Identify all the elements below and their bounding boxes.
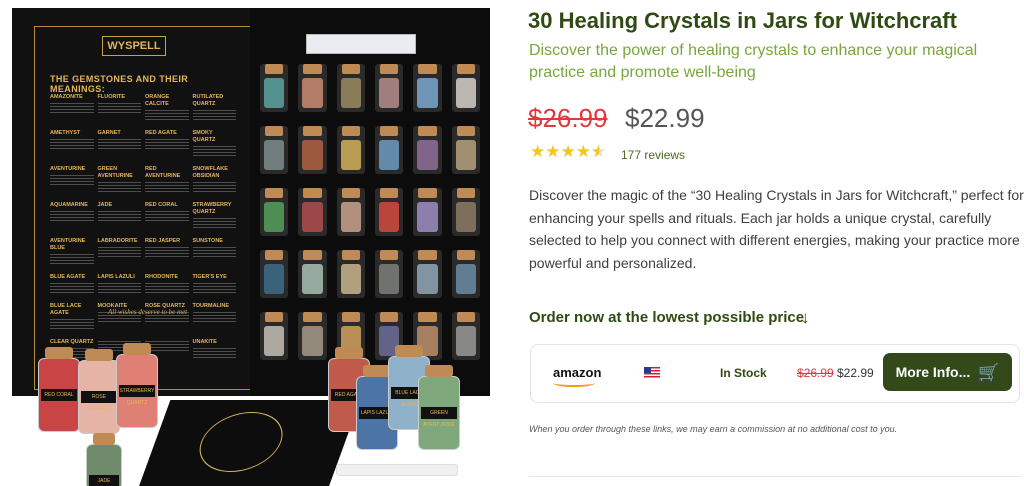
crystal-jar: RED CORAL [38, 347, 80, 432]
star-icon: ★ [530, 142, 546, 161]
crystal-jar [375, 188, 404, 236]
jar-grid [260, 64, 480, 360]
gem-item: FLUORITE [97, 94, 141, 122]
gem-item: AQUAMARINE [50, 202, 94, 230]
product-description: Discover the magic of the “30 Healing Cr… [529, 187, 1024, 271]
motto-text: All wishes deserve to be met [108, 308, 188, 316]
crystal-jar [375, 250, 404, 298]
rating-stars: ★★★★★ [530, 142, 606, 162]
crystal-jar [260, 188, 289, 236]
stock-status: In Stock [720, 366, 767, 380]
crystal-jar: GREEN AVENTURINE [418, 365, 460, 450]
arrow-down-icon: ↓ [801, 308, 810, 327]
crystal-jar [298, 188, 327, 236]
crystal-jar [260, 64, 289, 112]
crystal-jar: ROSE QUARTZ [78, 349, 120, 434]
gem-item: BLUE AGATE [50, 274, 94, 295]
cart-icon: 🛒 [978, 362, 1000, 382]
gemstone-list: AMAZONITE FLUORITE ORANGE CALCITE RUTILA… [50, 94, 236, 360]
product-title: 30 Healing Crystals in Jars for Witchcra… [528, 8, 957, 33]
crystal-jar [413, 188, 442, 236]
front-jars: RED CORAL ROSE QUARTZ STRAWBERRY QUARTZ … [28, 340, 498, 486]
crystal-jar [298, 250, 327, 298]
original-price: $26.99 [528, 103, 608, 133]
gem-item: TOURMALINE [192, 303, 236, 331]
review-count-link[interactable]: 177 reviews [621, 148, 685, 162]
crystal-jar [375, 64, 404, 112]
crystal-jar [413, 250, 442, 298]
gem-item: LABRADORITE [97, 238, 141, 266]
crystal-jar [451, 126, 480, 174]
order-heading: Order now at the lowest possible price [529, 309, 805, 326]
half-star-icon: ★ [591, 143, 606, 162]
offer-original-price: $26.99 [797, 366, 834, 380]
flower-of-life-pattern [190, 412, 293, 472]
crystal-jar [451, 188, 480, 236]
crystal-jar [336, 126, 365, 174]
gem-item: AMETHYST [50, 130, 94, 158]
star-icon: ★ [545, 142, 561, 161]
gem-item: SMOKY QUARTZ [192, 130, 236, 158]
gemstone-guide-page: WYSPELL THE GEMSTONES AND THEIR MEANINGS… [12, 8, 252, 396]
us-flag-icon [644, 367, 660, 378]
crystal-jar [298, 126, 327, 174]
gem-item: SNOWFLAKE OBSIDIAN [192, 166, 236, 194]
flower-of-life-card [137, 400, 361, 486]
white-label-bar [306, 34, 416, 54]
store-offer-row: amazon In Stock $26.99 $22.99 More Info.… [530, 344, 1020, 403]
crystal-jar [413, 126, 442, 174]
crystal-jar [336, 188, 365, 236]
gemstone-heading: THE GEMSTONES AND THEIR MEANINGS: [50, 74, 189, 94]
crystal-jar [375, 126, 404, 174]
crystal-jar [260, 250, 289, 298]
gem-item: RED CORAL [145, 202, 189, 230]
crystal-jar: STRAWBERRY QUARTZ [116, 343, 158, 428]
gem-item: RED JASPER [145, 238, 189, 266]
gem-item: BLUE LACE AGATE [50, 303, 94, 331]
crystal-jar [451, 64, 480, 112]
crystal-jar: JADE [86, 433, 122, 486]
star-icon: ★ [560, 142, 576, 161]
affiliate-disclaimer: When you order through these links, we m… [529, 424, 898, 434]
gem-item: AVENTURINE [50, 166, 94, 194]
selenite-wand [336, 464, 458, 476]
gem-item: RED AGATE [145, 130, 189, 158]
crystal-jar [451, 250, 480, 298]
amazon-smile-icon [553, 379, 595, 387]
star-icon: ★ [575, 142, 591, 161]
gem-item: RHODONITE [145, 274, 189, 295]
brand-label: WYSPELL [102, 36, 166, 56]
sale-price: $22.99 [625, 103, 705, 133]
gem-item: RUTILATED QUARTZ [192, 94, 236, 122]
gem-item: GREEN AVENTURINE [97, 166, 141, 194]
offer-sale-price: $22.99 [837, 366, 874, 380]
crystal-jar [260, 126, 289, 174]
gem-item: AVENTURINE BLUE [50, 238, 94, 266]
more-info-label: More Info... [895, 364, 971, 380]
product-subtitle: Discover the power of healing crystals t… [529, 42, 978, 81]
crystal-jar [413, 64, 442, 112]
crystal-jar [336, 64, 365, 112]
gem-item: STRAWBERRY QUARTZ [192, 202, 236, 230]
gem-item: LAPIS LAZULI [97, 274, 141, 295]
gem-item: JADE [97, 202, 141, 230]
gem-item: GARNET [97, 130, 141, 158]
crystal-jar [336, 250, 365, 298]
amazon-logo: amazon [553, 365, 602, 380]
gem-item: TIGER'S EYE [192, 274, 236, 295]
product-image: WYSPELL THE GEMSTONES AND THEIR MEANINGS… [0, 0, 510, 486]
crystal-jar [298, 64, 327, 112]
product-details: 30 Healing Crystals in Jars for Witchcra… [528, 0, 1024, 486]
gem-item: ORANGE CALCITE [145, 94, 189, 122]
gem-item: SUNSTONE [192, 238, 236, 266]
gem-item: RED AVENTURINE [145, 166, 189, 194]
more-info-button[interactable]: More Info... 🛒 [883, 353, 1012, 391]
divider [529, 476, 1021, 477]
gem-item: AMAZONITE [50, 94, 94, 122]
